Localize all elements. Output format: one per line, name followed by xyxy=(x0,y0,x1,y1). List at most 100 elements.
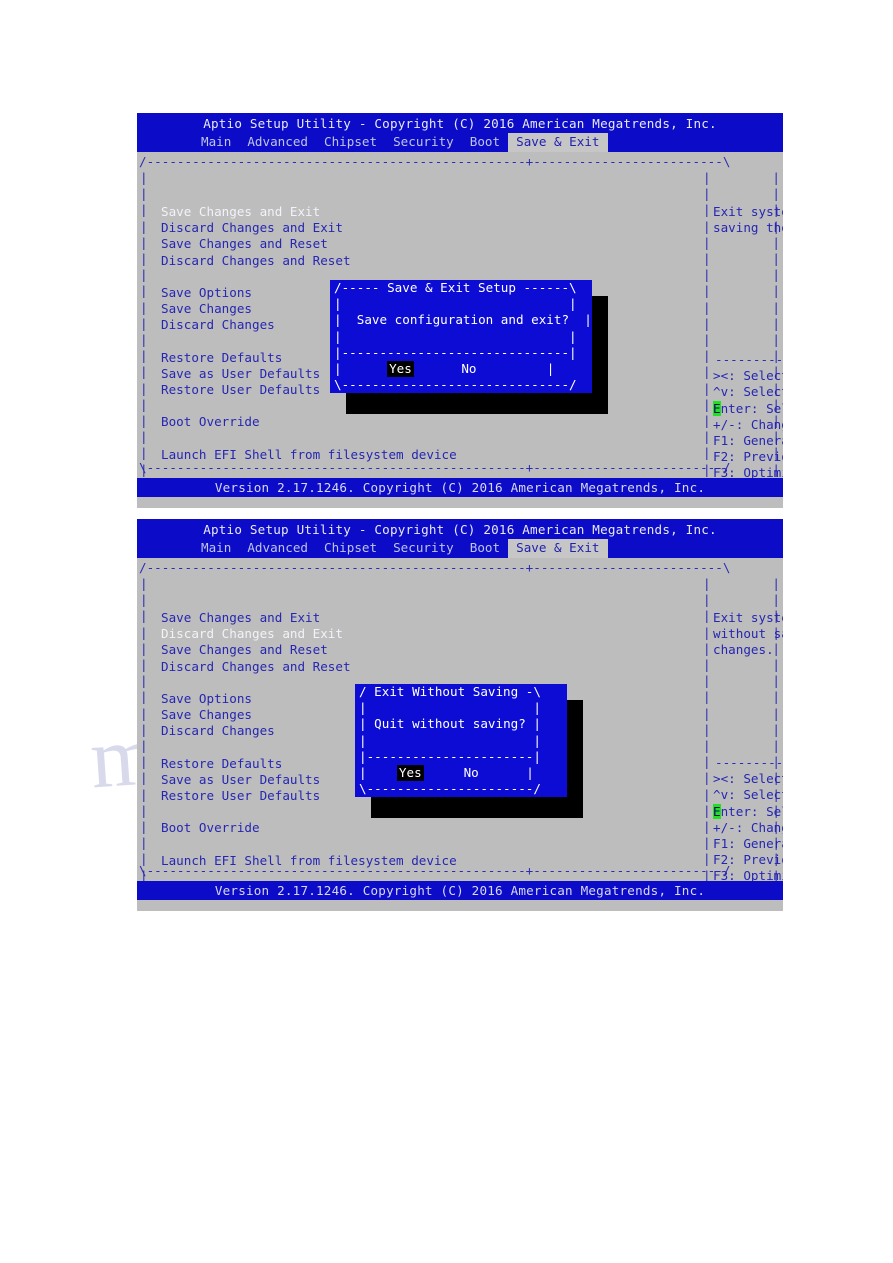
dialog-message-text: Save configuration and exit? xyxy=(356,312,570,328)
dialog-separator: |------------------------------| xyxy=(334,344,577,360)
bios-screen-save-and-exit: Aptio Setup Utility - Copyright (C) 2016… xyxy=(137,113,783,508)
key-legend-change-opt: +/-: Change Opt. xyxy=(713,819,783,835)
key-legend-enter-select: Enter: Select xyxy=(713,803,783,819)
dialog-blank-line: | | xyxy=(359,700,541,716)
panel-top-border: /---------------------------------------… xyxy=(139,560,731,575)
dialog-bottom-border: \------------------------------/ xyxy=(334,377,577,393)
key-legend-general-help: F1: General Help xyxy=(713,835,783,851)
dialog-message-text: Quit without saving? xyxy=(374,716,526,732)
menu-spacer xyxy=(161,837,561,853)
dialog-yes-button[interactable]: Yes xyxy=(396,764,424,782)
tab-main[interactable]: Main xyxy=(193,133,239,152)
select-screen-arrows-icon: >< xyxy=(713,771,729,787)
dialog-bottom-border: \----------------------/ xyxy=(359,781,541,797)
key-legend-separator: ------------------------- xyxy=(715,755,783,770)
menu-heading-boot-override: Boot Override xyxy=(161,414,260,430)
dialog-blank-line: | | xyxy=(334,328,577,344)
key-legend-select-screen: ><: Select Screen xyxy=(713,771,783,787)
key-legend-enter-select: Enter: Select xyxy=(713,400,783,416)
tab-advanced[interactable]: Advanced xyxy=(239,133,316,152)
bios-screen-exit-without-saving: Aptio Setup Utility - Copyright (C) 2016… xyxy=(137,519,783,911)
menu-spacer xyxy=(161,431,561,447)
panel-left-border: | | | | | | | | | | | | | | | | | | | xyxy=(140,576,148,881)
menu-item-discard-changes-and-reset[interactable]: Discard Changes and Reset xyxy=(161,659,561,675)
dialog-button-row: | Yes No | xyxy=(330,360,592,378)
bios-menu-bar: Main Advanced Chipset Security Boot Save… xyxy=(137,538,783,559)
help-text-line: without saving any xyxy=(713,626,783,642)
dialog-message: | Quit without saving? | xyxy=(359,716,541,732)
menu-item-launch-efi-shell[interactable]: Launch EFI Shell from filesystem device xyxy=(161,853,561,869)
key-legend-change-opt: +/-: Change Opt. xyxy=(713,416,783,432)
menu-item-discard-changes-and-exit[interactable]: Discard Changes and Exit xyxy=(161,220,561,236)
enter-key-highlight: E xyxy=(713,400,721,416)
key-legend-select-item: ^v: Select Item xyxy=(713,384,783,400)
menu-item-save-changes-and-exit[interactable]: Save Changes and Exit xyxy=(161,204,561,220)
bios-version-footer: Version 2.17.1246. Copyright (C) 2016 Am… xyxy=(137,881,783,900)
tab-security[interactable]: Security xyxy=(385,539,462,558)
bios-version-footer: Version 2.17.1246. Copyright (C) 2016 Am… xyxy=(137,478,783,497)
dialog-button-gap xyxy=(414,361,460,377)
dialog-title-border: / Exit Without Saving -\ xyxy=(359,684,541,699)
help-text-line: changes. xyxy=(713,642,774,658)
tab-boot[interactable]: Boot xyxy=(462,539,508,558)
bios-title-bar: Aptio Setup Utility - Copyright (C) 2016… xyxy=(137,113,783,133)
dialog-box: / Exit Without Saving -\ | | | Quit with… xyxy=(355,684,567,798)
dialog-no-button[interactable]: No xyxy=(462,765,481,781)
panel-middle-border: | | | | | | | | | | | | | | | | | | | xyxy=(703,170,711,477)
bios-content-area: /---------------------------------------… xyxy=(137,558,783,881)
tab-save-and-exit[interactable]: Save & Exit xyxy=(508,538,608,559)
enter-key-highlight: E xyxy=(713,803,721,819)
key-legend-optimized-defaults: F3: Optimized Defaults xyxy=(713,465,783,478)
select-screen-arrows-icon: >< xyxy=(713,368,729,384)
key-legend-panel: ------------------------- ><: Select Scr… xyxy=(713,352,783,478)
help-text-line: saving the changes. xyxy=(713,220,783,236)
dialog-message: | Save configuration and exit? | xyxy=(334,312,592,328)
panel-middle-border: | | | | | | | | | | | | | | | | | | | xyxy=(703,576,711,881)
panel-left-border: | | | | | | | | | | | | | | | | | | | xyxy=(140,170,148,477)
select-item-arrows-icon: ^v xyxy=(713,787,729,803)
tab-chipset[interactable]: Chipset xyxy=(316,539,385,558)
dialog-no-button[interactable]: No xyxy=(459,361,478,377)
save-exit-confirm-dialog: /----- Save & Exit Setup ------\ | | | S… xyxy=(330,280,608,414)
dialog-blank-line: | | xyxy=(334,296,577,312)
key-legend-select-screen: ><: Select Screen xyxy=(713,368,783,384)
bios-content-area: /---------------------------------------… xyxy=(137,152,783,478)
tab-boot[interactable]: Boot xyxy=(462,133,508,152)
tab-save-and-exit[interactable]: Save & Exit xyxy=(508,132,608,153)
key-legend-select-item: ^v: Select Item xyxy=(713,787,783,803)
tab-advanced[interactable]: Advanced xyxy=(239,539,316,558)
key-legend-panel: ------------------------- ><: Select Scr… xyxy=(713,755,783,881)
help-text-line: Exit system setup xyxy=(713,610,783,625)
key-legend-separator: ------------------------- xyxy=(715,352,783,367)
tab-security[interactable]: Security xyxy=(385,133,462,152)
key-legend-optimized-defaults: F3: Optimized Defaults xyxy=(713,868,783,881)
dialog-edge: | xyxy=(478,360,555,376)
menu-item-save-changes-and-reset[interactable]: Save Changes and Reset xyxy=(161,642,561,658)
menu-item-launch-efi-shell[interactable]: Launch EFI Shell from filesystem device xyxy=(161,447,561,463)
panel-top-border: /---------------------------------------… xyxy=(139,154,731,169)
help-description-panel: Exit system setup after saving the chang… xyxy=(713,204,783,236)
menu-item-save-changes-and-reset[interactable]: Save Changes and Reset xyxy=(161,236,561,252)
dialog-separator: |----------------------| xyxy=(359,748,541,764)
dialog-title-border: /----- Save & Exit Setup ------\ xyxy=(334,280,577,295)
dialog-yes-button[interactable]: Yes xyxy=(387,360,414,378)
menu-item-discard-changes-and-reset[interactable]: Discard Changes and Reset xyxy=(161,253,561,269)
help-description-panel: Exit system setup without saving any cha… xyxy=(713,610,783,659)
dialog-box: /----- Save & Exit Setup ------\ | | | S… xyxy=(330,280,592,394)
dialog-edge: | xyxy=(334,360,388,376)
dialog-button-gap xyxy=(424,765,462,781)
dialog-blank-line: | | xyxy=(359,732,541,748)
menu-heading-boot-override: Boot Override xyxy=(161,820,260,836)
bios-title-bar: Aptio Setup Utility - Copyright (C) 2016… xyxy=(137,519,783,539)
dialog-edge: | xyxy=(359,764,397,780)
tab-main[interactable]: Main xyxy=(193,539,239,558)
menu-item-save-changes-and-exit[interactable]: Save Changes and Exit xyxy=(161,610,561,626)
bios-menu-bar: Main Advanced Chipset Security Boot Save… xyxy=(137,132,783,153)
tab-chipset[interactable]: Chipset xyxy=(316,133,385,152)
select-item-arrows-icon: ^v xyxy=(713,384,729,400)
key-legend-previous-values: F2: Previous Values xyxy=(713,852,783,868)
menu-item-discard-changes-and-exit[interactable]: Discard Changes and Exit xyxy=(161,626,561,642)
dialog-edge: | xyxy=(480,764,534,780)
help-text-line: Exit system setup after xyxy=(713,204,783,219)
key-legend-general-help: F1: General Help xyxy=(713,432,783,448)
